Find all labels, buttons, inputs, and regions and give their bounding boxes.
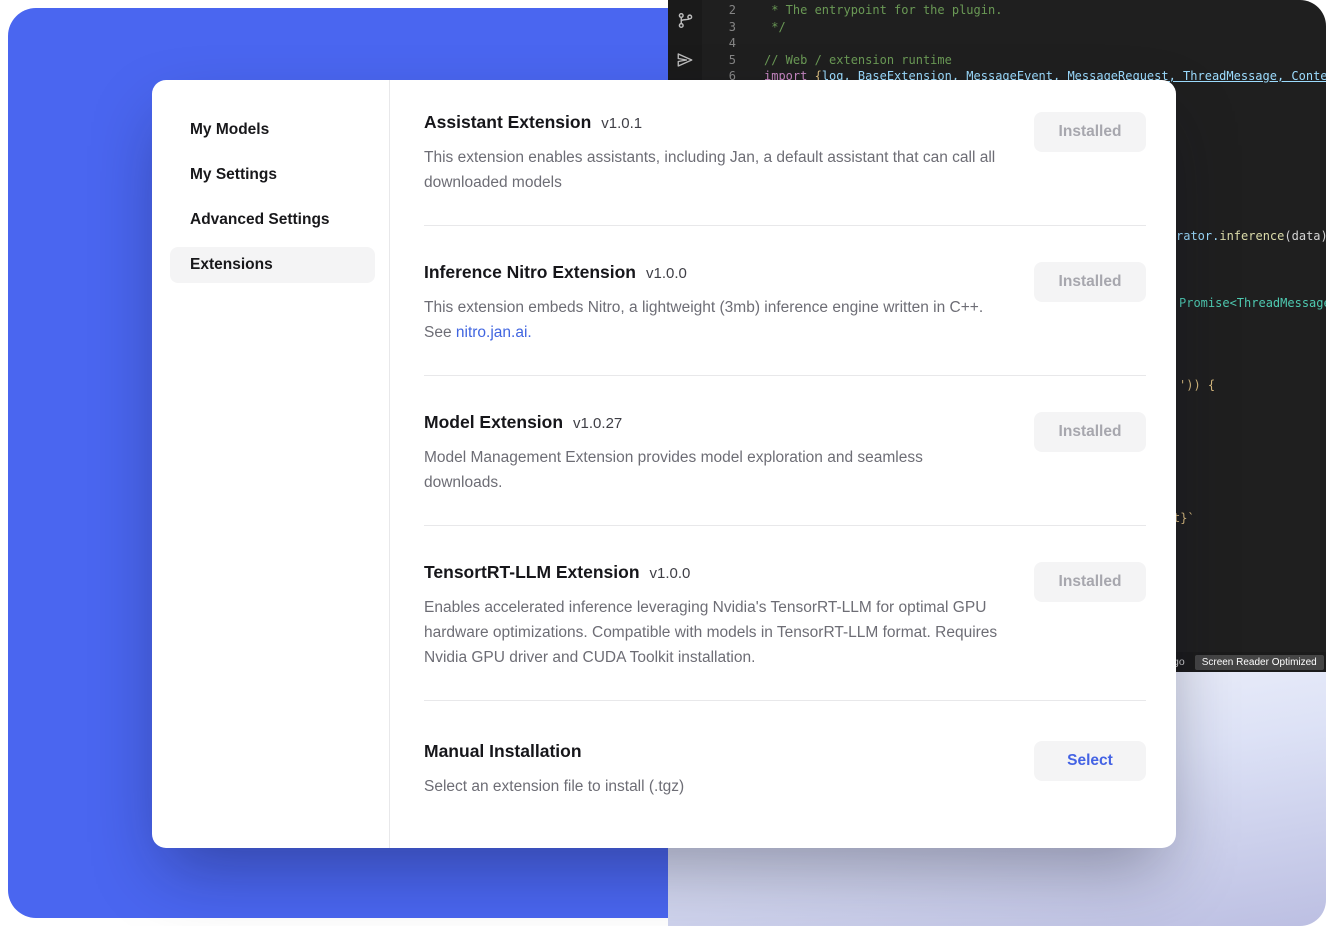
- sidebar-item-my-settings[interactable]: My Settings: [170, 157, 375, 193]
- sidebar-item-advanced-settings[interactable]: Advanced Settings: [170, 202, 375, 238]
- manual-installation-row: Manual Installation Select an extension …: [424, 701, 1146, 799]
- settings-card: My Models My Settings Advanced Settings …: [152, 80, 1176, 848]
- hero-section: 2 * The entrypoint for the plugin. 3 */ …: [0, 0, 1326, 926]
- line-number: 3: [702, 19, 736, 36]
- extension-version: v1.0.27: [573, 415, 622, 432]
- send-icon[interactable]: [676, 51, 694, 69]
- code-line: 2 * The entrypoint for the plugin.: [702, 2, 1326, 19]
- extension-row-nitro: Inference Nitro Extension v1.0.0 This ex…: [424, 226, 1146, 376]
- extension-description: Model Management Extension provides mode…: [424, 445, 1004, 495]
- code-line: 3 */: [702, 19, 1326, 36]
- code-text: * The entrypoint for the plugin.: [736, 2, 1002, 19]
- extension-description: This extension enables assistants, inclu…: [424, 145, 1004, 195]
- extension-row-assistant: Assistant Extension v1.0.1 This extensio…: [424, 112, 1146, 226]
- code-text: // Web / extension runtime: [736, 52, 952, 69]
- extension-version: v1.0.0: [646, 265, 687, 282]
- sidebar-item-extensions[interactable]: Extensions: [170, 247, 375, 283]
- code-line: 5 // Web / extension runtime: [702, 52, 1326, 69]
- extension-title: Assistant Extension: [424, 112, 591, 133]
- select-file-button[interactable]: Select: [1034, 741, 1146, 781]
- line-number: 5: [702, 52, 736, 69]
- sidebar-item-my-models[interactable]: My Models: [170, 112, 375, 148]
- installed-button[interactable]: Installed: [1034, 262, 1146, 302]
- manual-installation-title: Manual Installation: [424, 741, 582, 762]
- extension-title: Inference Nitro Extension: [424, 262, 636, 283]
- extensions-panel: Assistant Extension v1.0.1 This extensio…: [390, 80, 1176, 848]
- code-text: */: [736, 19, 786, 36]
- extension-row-tensorrt: TensortRT-LLM Extension v1.0.0 Enables a…: [424, 526, 1146, 701]
- extension-title: Model Extension: [424, 412, 563, 433]
- extension-version: v1.0.1: [601, 115, 642, 132]
- extension-description: This extension embeds Nitro, a lightweig…: [424, 295, 1004, 345]
- git-branch-icon[interactable]: [677, 12, 694, 29]
- installed-button[interactable]: Installed: [1034, 412, 1146, 452]
- screen-reader-status[interactable]: Screen Reader Optimized: [1195, 655, 1324, 670]
- code-fragment: rator.inference(data));: [1176, 229, 1326, 243]
- code-area: 2 * The entrypoint for the plugin. 3 */ …: [702, 2, 1326, 85]
- code-fragment: Promise<ThreadMessage>: [1179, 296, 1326, 310]
- settings-sidebar: My Models My Settings Advanced Settings …: [152, 80, 390, 848]
- code-fragment: t}`: [1173, 511, 1195, 525]
- extension-row-model: Model Extension v1.0.27 Model Management…: [424, 376, 1146, 526]
- installed-button[interactable]: Installed: [1034, 112, 1146, 152]
- code-fragment: ')) {: [1179, 378, 1215, 392]
- extension-description: Enables accelerated inference leveraging…: [424, 595, 1004, 670]
- manual-installation-description: Select an extension file to install (.tg…: [424, 774, 684, 799]
- line-number: 2: [702, 2, 736, 19]
- installed-button[interactable]: Installed: [1034, 562, 1146, 602]
- line-number: 4: [702, 35, 736, 52]
- code-line: 4: [702, 35, 1326, 52]
- extension-version: v1.0.0: [650, 565, 691, 582]
- nitro-link[interactable]: nitro.jan.ai.: [456, 324, 532, 341]
- extension-title: TensortRT-LLM Extension: [424, 562, 640, 583]
